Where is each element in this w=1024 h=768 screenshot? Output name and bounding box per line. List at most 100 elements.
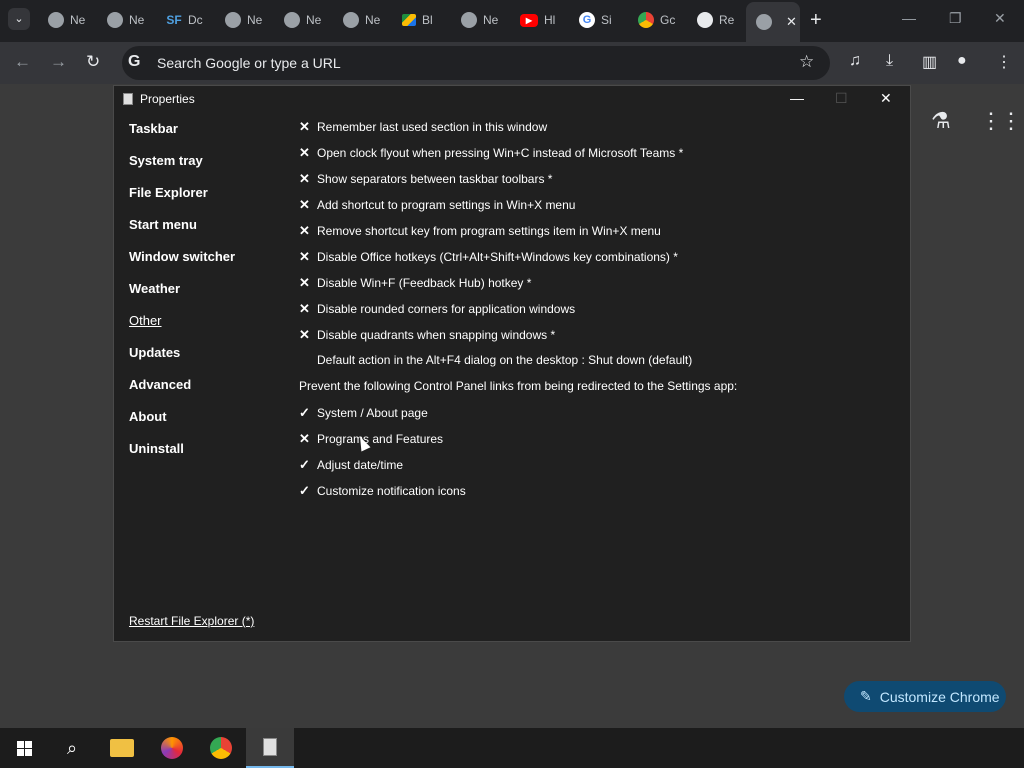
nav-item[interactable]: Updates [129, 345, 180, 360]
bookmark-star-icon[interactable]: ☆ [799, 52, 814, 72]
window-title: Properties [140, 92, 195, 106]
option-item[interactable]: ✕ Disable Win+F (Feedback Hub) hotkey * [299, 275, 531, 291]
omnibox-placeholder[interactable]: Search Google or type a URL [157, 55, 341, 71]
back-icon[interactable]: ← [14, 52, 31, 72]
cross-icon: ✕ [299, 327, 310, 342]
github-icon [697, 12, 713, 28]
profile-icon[interactable]: ● [957, 52, 967, 70]
browser-tab[interactable]: ▶ Hl [510, 6, 569, 34]
option-label: Show separators between taskbar toolbars… [317, 172, 553, 186]
cross-icon: ✕ [299, 301, 310, 316]
tab-title: Ne [306, 13, 322, 27]
tab-title: Ne [129, 13, 145, 27]
section-label: Prevent the following Control Panel link… [299, 379, 737, 393]
customize-chrome-button[interactable]: ✎ Customize Chrome [844, 681, 1006, 712]
tab-search-button[interactable]: ⌄ [8, 8, 30, 30]
reload-icon[interactable]: ↻ [86, 52, 100, 72]
option-item[interactable]: ✕ Show separators between taskbar toolbar… [299, 171, 552, 187]
side-panel-icon[interactable]: ▥ [922, 52, 937, 72]
nav-item[interactable]: Taskbar [129, 121, 178, 136]
browser-tab[interactable]: Ne [215, 6, 274, 34]
new-tab-button[interactable]: + [810, 9, 822, 32]
chrome-icon [343, 12, 359, 28]
option-label: Disable quadrants when snapping windows … [317, 328, 556, 342]
nav-item[interactable]: Weather [129, 281, 180, 296]
nav-item[interactable]: Uninstall [129, 441, 184, 456]
browser-tab[interactable]: Bl [392, 6, 451, 34]
option-item[interactable]: ✕ Open clock flyout when pressing Win+C i… [299, 145, 683, 161]
forward-icon[interactable]: → [50, 52, 67, 72]
nav-item[interactable]: Other [129, 313, 162, 328]
google-apps-icon[interactable]: ⋮⋮⋮ [980, 108, 1024, 134]
browser-tab[interactable]: ✕ [746, 2, 800, 42]
cross-icon: ✕ [299, 249, 310, 264]
option-item[interactable]: ✓ Customize notification icons [299, 483, 466, 499]
option-label: Add shortcut to program settings in Win+… [317, 198, 576, 212]
customize-chrome-label: Customize Chrome [879, 688, 1000, 705]
cross-icon: ✕ [299, 197, 310, 212]
option-item[interactable]: ✕ Programs and Features [299, 431, 443, 447]
properties-taskbar-button[interactable] [246, 728, 294, 768]
media-controls-icon[interactable]: ♫ [849, 52, 861, 70]
nav-item[interactable]: About [129, 409, 167, 424]
close-browser-icon[interactable]: ✕ [994, 10, 1006, 27]
labs-flask-icon[interactable]: ⚗ [931, 108, 951, 134]
tab-title: Hl [544, 13, 556, 27]
downloads-icon[interactable]: ⤓ [886, 52, 893, 70]
nav-item[interactable]: Window switcher [129, 249, 235, 264]
start-button[interactable] [0, 728, 48, 768]
nav-item[interactable]: System tray [129, 153, 203, 168]
browser-tab[interactable]: Gc [628, 6, 687, 34]
youtube-icon: ▶ [520, 13, 538, 27]
browser-tab[interactable]: Ne [38, 6, 97, 34]
option-label: Disable Win+F (Feedback Hub) hotkey * [317, 276, 532, 290]
nav-item[interactable]: Advanced [129, 377, 191, 392]
option-item[interactable]: ✕ Disable Office hotkeys (Ctrl+Alt+Shift+… [299, 249, 678, 265]
browser-tab[interactable]: Re [687, 6, 746, 34]
nav-item[interactable]: File Explorer [129, 185, 208, 200]
option-label: Remove shortcut key from program setting… [317, 224, 661, 238]
option-label: Adjust date/time [317, 458, 404, 472]
window-close-icon[interactable]: ✕ [880, 90, 892, 107]
nav-item[interactable]: Start menu [129, 217, 197, 232]
option-item[interactable]: ✕ Disable quadrants when snapping windows… [299, 327, 555, 343]
chrome-logo-icon [638, 12, 654, 28]
window-minimize-icon[interactable]: — [790, 90, 804, 106]
folder-icon [110, 739, 134, 757]
search-icon: ⌕ [66, 737, 78, 758]
tab-title: Ne [247, 13, 263, 27]
option-label: Remember last used section in this windo… [317, 120, 548, 134]
check-icon: ✓ [299, 483, 310, 498]
restore-browser-icon[interactable]: ❐ [949, 10, 962, 27]
option-item[interactable]: ✕ Remember last used section in this wind… [299, 119, 547, 135]
chrome-taskbar-button[interactable] [197, 728, 245, 768]
firefox-taskbar-button[interactable] [148, 728, 196, 768]
option-item[interactable]: ✓ Adjust date/time [299, 457, 403, 473]
option-item[interactable]: ✕ Remove shortcut key from program settin… [299, 223, 661, 239]
menu-kebab-icon[interactable]: ⋮ [996, 52, 1012, 72]
browser-tab[interactable]: Ne [97, 6, 156, 34]
google-icon: G [579, 12, 595, 28]
windows-logo-icon [16, 740, 32, 756]
minimize-browser-icon[interactable]: — [902, 10, 916, 26]
cross-icon: ✕ [299, 145, 310, 160]
taskbar-search-button[interactable]: ⌕ [48, 728, 96, 768]
restart-explorer-link[interactable]: Restart File Explorer (*) [129, 614, 254, 628]
properties-app-icon [263, 738, 277, 756]
option-item[interactable]: ✕ Disable rounded corners for application… [299, 301, 575, 317]
browser-tab[interactable]: SF Dc [156, 6, 215, 34]
browser-tab[interactable]: Ne [451, 6, 510, 34]
chrome-icon [461, 12, 477, 28]
browser-tab[interactable]: Ne [333, 6, 392, 34]
browser-tab[interactable]: G Si [569, 6, 628, 34]
browser-tab[interactable]: Ne [274, 6, 333, 34]
option-item[interactable]: Default action in the Alt+F4 dialog on t… [299, 353, 692, 367]
option-item[interactable]: ✓ System / About page [299, 405, 428, 421]
file-explorer-taskbar-button[interactable] [98, 728, 146, 768]
tab-title: Ne [70, 13, 86, 27]
tab-title: Ne [365, 13, 381, 27]
tab-title: Gc [660, 13, 676, 27]
close-tab-icon[interactable]: ✕ [786, 14, 797, 30]
option-item[interactable]: ✕ Add shortcut to program settings in Win… [299, 197, 575, 213]
pencil-icon: ✎ [860, 688, 872, 704]
